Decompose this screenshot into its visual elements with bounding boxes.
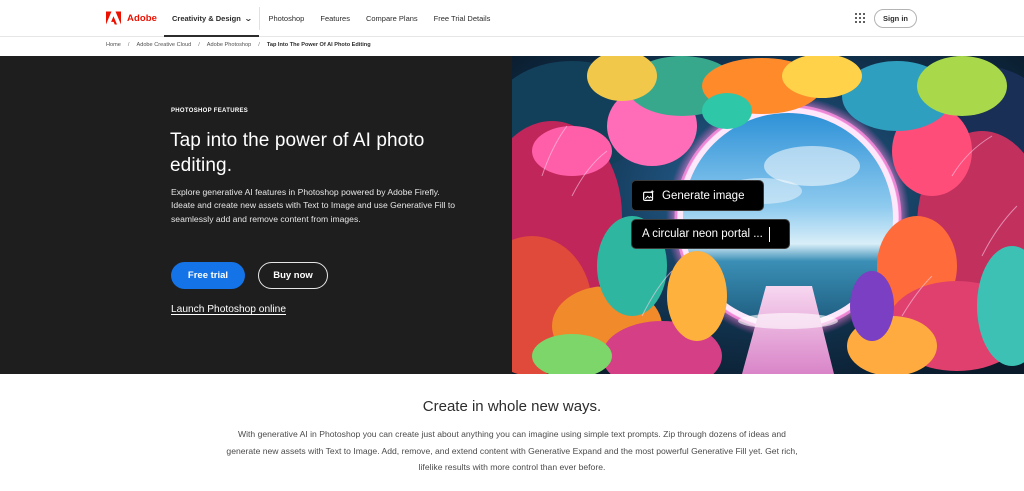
hero-title: Tap into the power of AI photo editing. <box>170 130 425 176</box>
section-title: Create in whole new ways. <box>422 398 602 415</box>
nav-creativity-design[interactable]: Creativity & Design ⌄ <box>164 0 260 37</box>
hero-eyebrow: PHOTOSHOP FEATURES <box>171 108 249 114</box>
buy-now-button[interactable]: Buy now <box>258 262 328 289</box>
hero-image: Generate image A circular neon portal ..… <box>512 56 1024 374</box>
global-nav: Adobe Creativity & Design ⌄ Photoshop Fe… <box>0 0 1024 37</box>
nav-free-trial-details[interactable]: Free Trial Details <box>426 0 499 37</box>
generate-image-button[interactable]: Generate image <box>631 180 764 211</box>
adobe-home-link[interactable]: Adobe <box>106 11 157 25</box>
breadcrumb-separator: / <box>258 42 260 48</box>
prompt-text: A circular neon portal ... <box>642 228 763 240</box>
breadcrumb-creative-cloud[interactable]: Adobe Creative Cloud <box>136 42 191 48</box>
sign-in-button[interactable]: Sign in <box>874 9 917 28</box>
prompt-input[interactable]: A circular neon portal ... <box>631 219 790 249</box>
brand-name: Adobe <box>127 12 158 24</box>
neon-portal-reef-illustration <box>512 56 1024 374</box>
text-cursor <box>768 226 770 242</box>
breadcrumb-separator: / <box>198 42 200 48</box>
nav-creativity-design-label: Creativity & Design <box>172 14 241 23</box>
primary-nav: Creativity & Design ⌄ Photoshop Features… <box>164 0 498 37</box>
nav-photoshop[interactable]: Photoshop <box>260 0 312 37</box>
breadcrumb: Home / Adobe Creative Cloud / Adobe Phot… <box>106 42 371 48</box>
adobe-logo-icon <box>106 11 121 25</box>
breadcrumb-photoshop[interactable]: Adobe Photoshop <box>207 42 251 48</box>
apps-grid-icon[interactable] <box>855 13 865 23</box>
nav-compare-plans[interactable]: Compare Plans <box>358 0 426 37</box>
breadcrumb-current-page: Tap Into The Power Of AI Photo Editing <box>266 42 371 48</box>
sparkle-image-icon <box>643 189 655 201</box>
section-body: With generative AI in Photoshop you can … <box>226 429 798 472</box>
hero-description: Explore generative AI features in Photos… <box>171 187 456 224</box>
breadcrumb-home[interactable]: Home <box>106 42 121 48</box>
breadcrumb-separator: / <box>127 42 130 48</box>
hero-text-panel: PHOTOSHOP FEATURES Tap into the power of… <box>0 56 512 374</box>
chevron-down-icon: ⌄ <box>243 13 253 23</box>
free-trial-button[interactable]: Free trial <box>171 262 245 289</box>
hero-section: PHOTOSHOP FEATURES Tap into the power of… <box>0 56 1024 374</box>
launch-photoshop-online-link[interactable]: Launch Photoshop online <box>171 304 286 315</box>
generate-image-label: Generate image <box>662 189 745 202</box>
nav-features[interactable]: Features <box>312 0 358 37</box>
